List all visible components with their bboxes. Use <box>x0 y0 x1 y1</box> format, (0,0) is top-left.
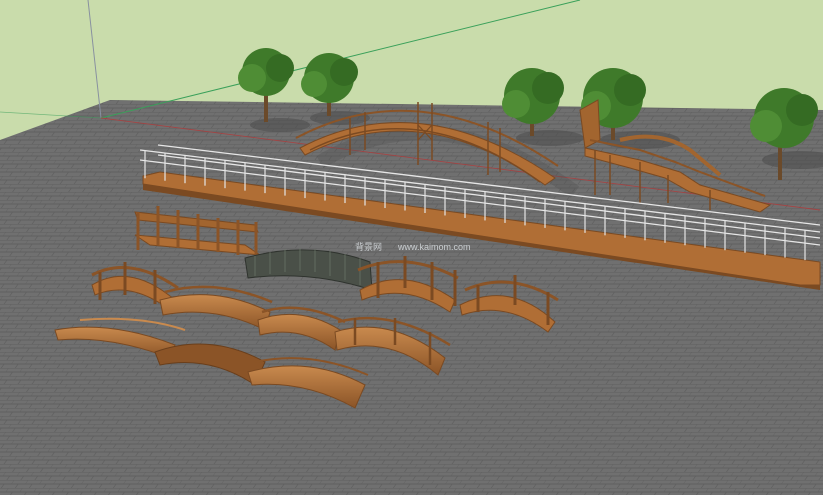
watermark-url: www.kaimom.com <box>397 242 471 252</box>
3d-scene-canvas[interactable]: 背景网 www.kaimom.com <box>0 0 823 495</box>
sketchup-viewport[interactable]: 背景网 www.kaimom.com <box>0 0 823 495</box>
watermark-cn: 背景网 <box>355 241 382 252</box>
